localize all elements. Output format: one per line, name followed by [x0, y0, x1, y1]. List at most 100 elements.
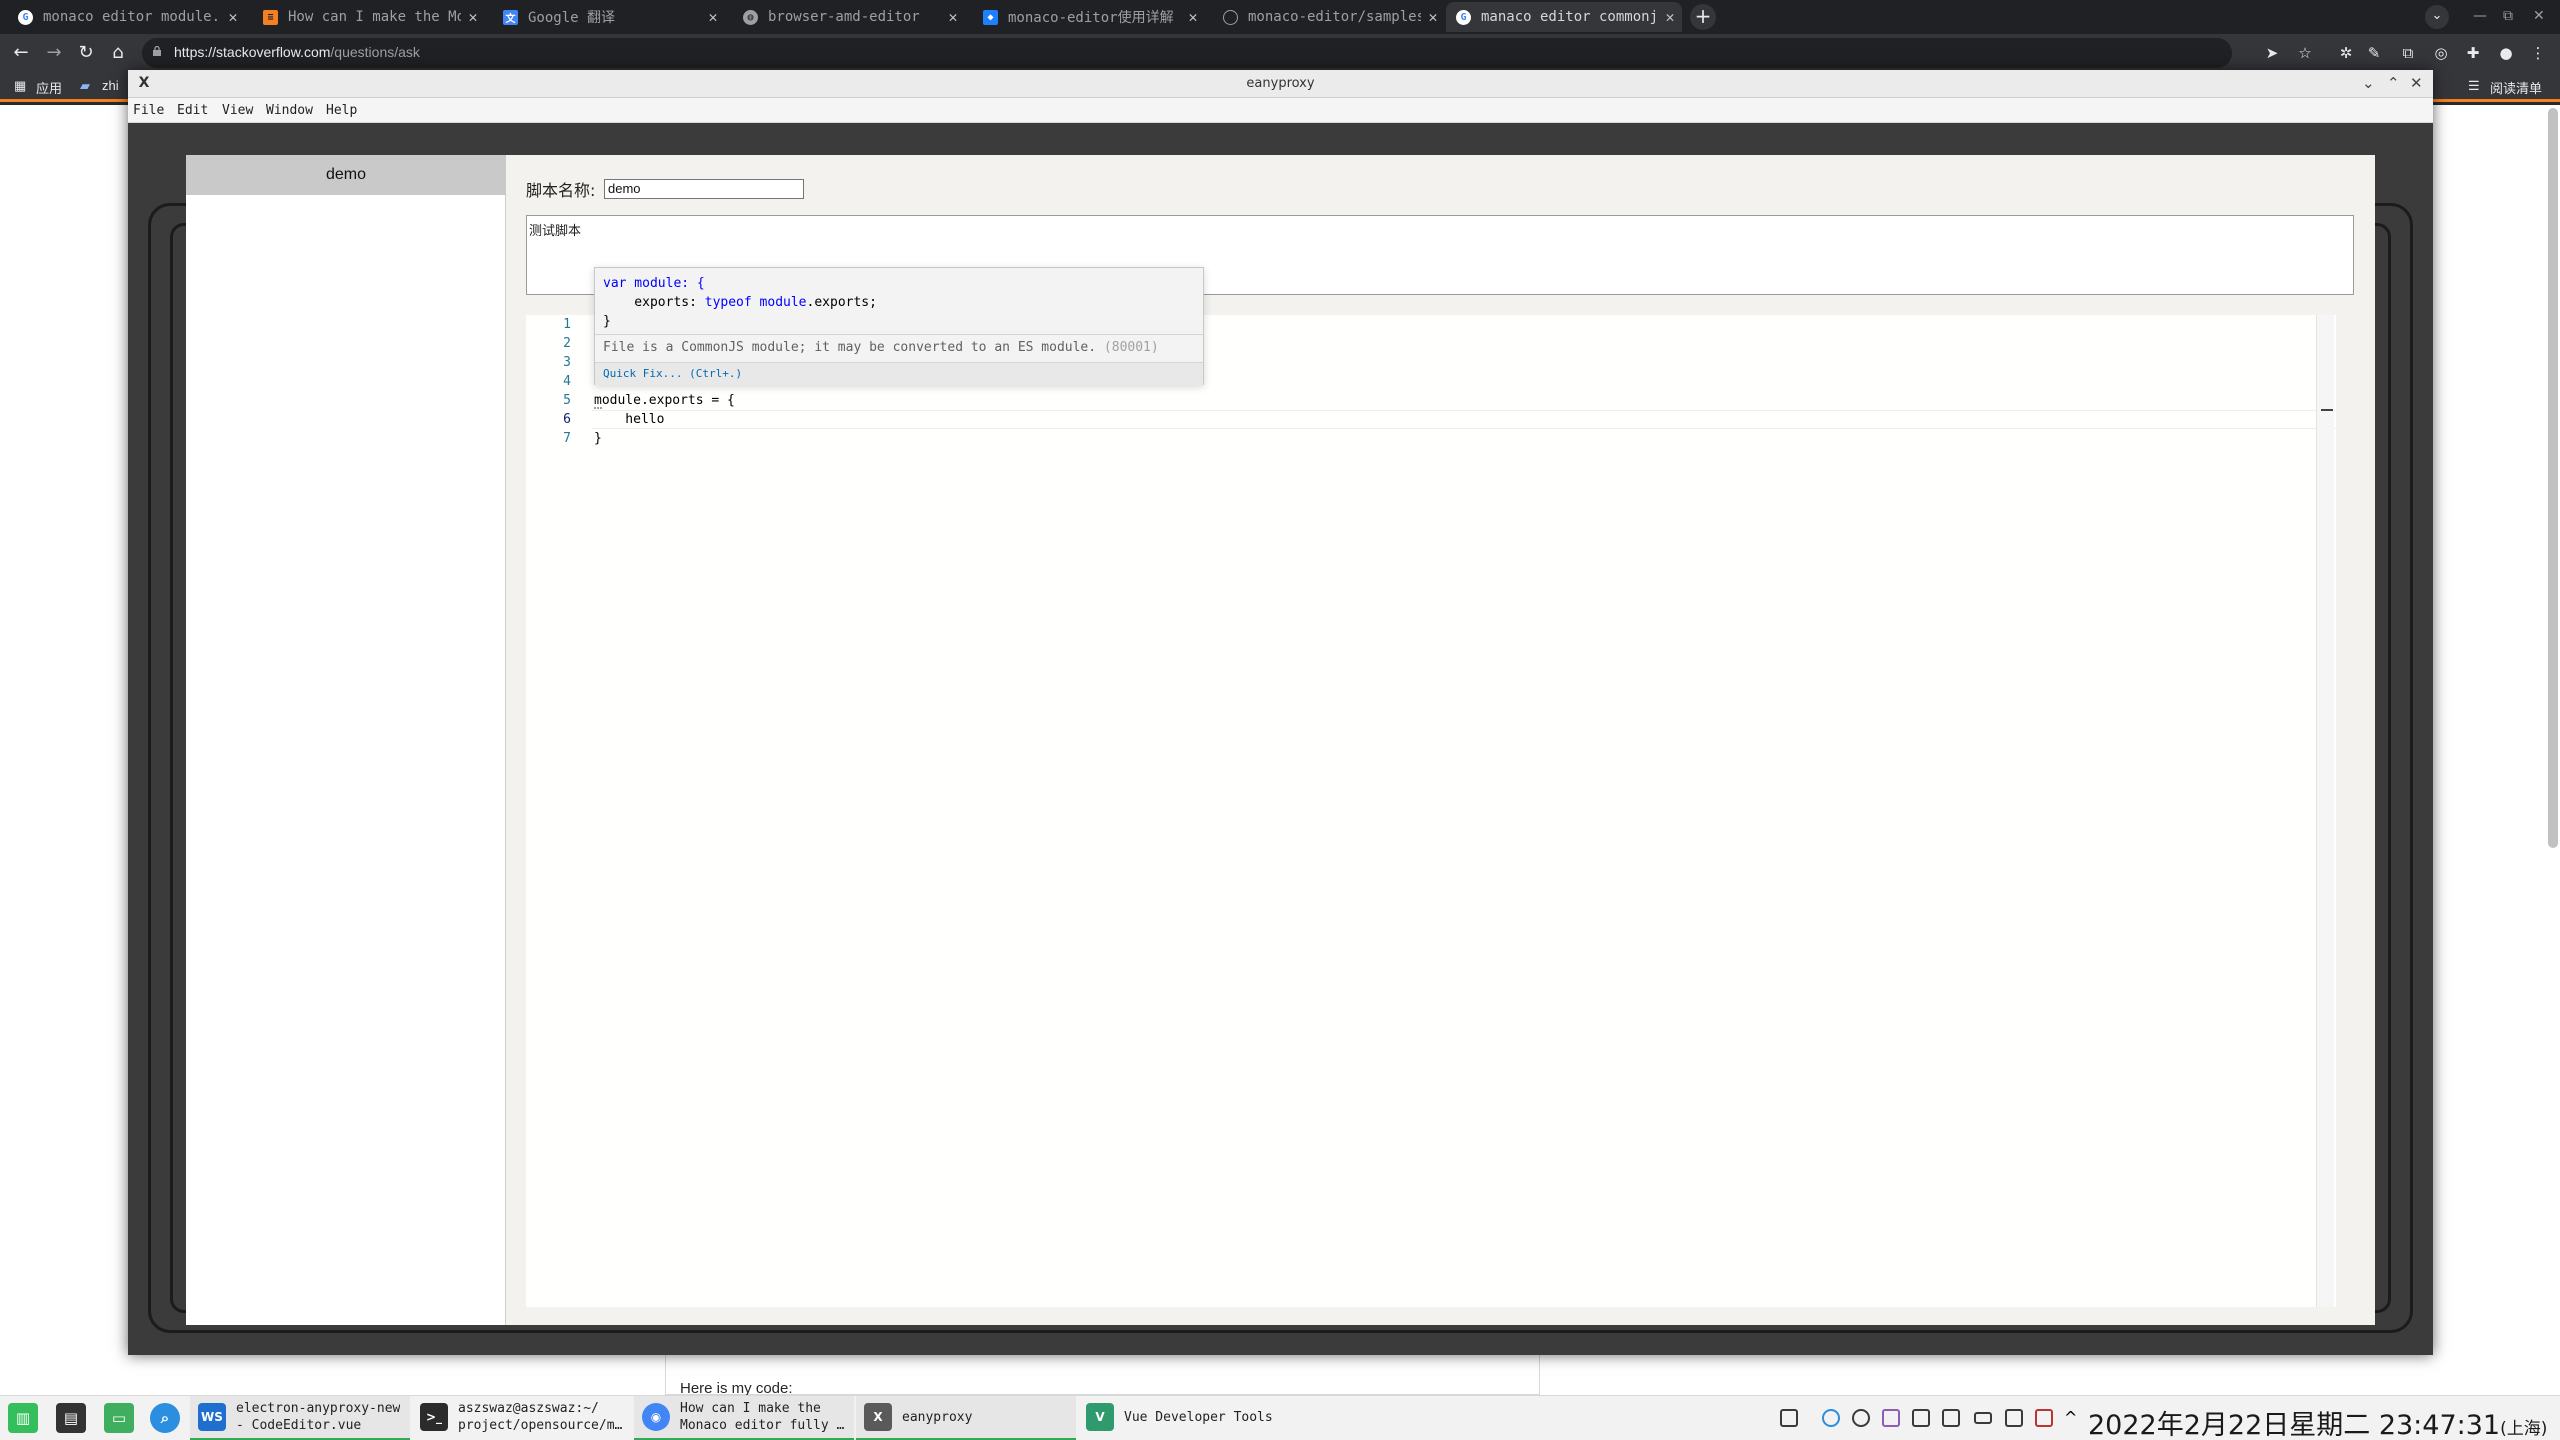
tab-title: monaco-editor使用详解	[1008, 10, 1174, 26]
task-label: How can I make the Monaco editor fully …	[680, 1401, 845, 1433]
file-manager-icon[interactable]: ▭	[104, 1403, 134, 1433]
chevron-down-icon[interactable]: ⌄	[2362, 74, 2375, 92]
chevron-up-icon[interactable]: ⌃	[2387, 74, 2400, 92]
extension-icon[interactable]: ✲	[2335, 42, 2357, 64]
script-name-input[interactable]: demo	[604, 179, 804, 199]
close-icon[interactable]: ✕	[1181, 8, 1205, 26]
hover-action-bar: Quick Fix... (Ctrl+.)	[595, 362, 1203, 385]
close-icon[interactable]: ✕	[941, 8, 965, 26]
task-item-webstorm[interactable]: WS electron-anyproxy-new - CodeEditor.vu…	[190, 1396, 410, 1440]
forward-icon[interactable]: →	[42, 41, 66, 65]
app-window-title: eanyproxy	[1246, 76, 1315, 91]
sidebar-item-demo[interactable]: demo	[186, 155, 506, 195]
quick-fix-link[interactable]: Quick Fix... (Ctrl+.)	[603, 367, 742, 380]
github-icon	[1223, 9, 1238, 25]
editor-scrollbar[interactable]	[2316, 315, 2334, 1307]
hover-code-signature: var module: { exports: typeof module.exp…	[603, 276, 877, 329]
line-number: 4	[563, 374, 571, 389]
terminal-icon: >_	[420, 1403, 448, 1431]
bookmark-star-icon[interactable]: ☆	[2294, 42, 2316, 64]
app-titlebar[interactable]: X eanyproxy ⌄ ⌃ ✕	[128, 70, 2433, 98]
browser-tab[interactable]: G monaco editor module. ✕	[8, 2, 245, 32]
bookmark-zhi[interactable]: zhi	[102, 78, 119, 93]
bookmark-apps[interactable]: 应用	[36, 78, 62, 97]
google-icon: G	[1456, 9, 1471, 25]
back-icon[interactable]: ←	[9, 41, 33, 65]
apps-grid-icon[interactable]: ▦	[14, 78, 26, 94]
code-editor[interactable]: 1 2 3 4 5 6 7 module.exports = { hello }	[526, 315, 2336, 1307]
chevron-up-icon[interactable]: ^	[2064, 1409, 2082, 1427]
folder-icon[interactable]: ▰	[80, 78, 90, 94]
tab-search-icon[interactable]: ⌄	[2425, 5, 2449, 29]
browser-tab[interactable]: ◆ monaco-editor使用详解 ✕	[973, 2, 1205, 32]
task-item-eanyproxy[interactable]: X eanyproxy	[856, 1396, 1076, 1440]
current-line-highlight	[592, 410, 2336, 429]
browser-tab-active[interactable]: G manaco editor commonj ✕	[1446, 2, 1682, 32]
send-icon[interactable]: ➤	[2261, 42, 2283, 64]
address-bar[interactable]: https://stackoverflow.com/questions/ask	[142, 38, 2232, 68]
close-icon[interactable]: ✕	[2410, 74, 2423, 92]
stackoverflow-icon: ≡	[263, 9, 278, 25]
reading-list-icon[interactable]: ☰	[2468, 78, 2480, 94]
tab-title: browser-amd-editor	[768, 9, 920, 25]
tab-title: monaco editor module.	[43, 9, 221, 25]
puzzle-icon[interactable]: ✚	[2462, 42, 2484, 64]
clipboard-icon[interactable]	[1942, 1409, 1960, 1427]
script-list-sidebar: demo	[186, 155, 506, 1325]
reload-icon[interactable]: ↻	[74, 41, 98, 65]
close-icon[interactable]: ✕	[221, 8, 245, 26]
code-line: hello	[594, 412, 665, 427]
menu-dots-icon[interactable]: ⋮	[2527, 42, 2549, 64]
workspace-switcher-icon[interactable]: ▤	[56, 1403, 86, 1433]
globe-icon: ◍	[743, 9, 758, 25]
task-item-terminal[interactable]: >_ aszswaz@aszswaz:~/ project/opensource…	[412, 1396, 632, 1440]
tray-app-icon[interactable]	[1912, 1409, 1930, 1427]
task-item-vue-devtools[interactable]: V Vue Developer Tools	[1078, 1396, 1298, 1440]
restore-icon[interactable]: ⧉	[2503, 8, 2513, 24]
google-icon: G	[18, 9, 33, 25]
manjaro-menu-icon[interactable]: ▥	[8, 1403, 38, 1433]
editor-hover-tooltip: var module: { exports: typeof module.exp…	[594, 267, 1204, 385]
browser-tab[interactable]: 文 Google 翻译 ✕	[493, 2, 725, 32]
menu-help[interactable]: Help	[326, 103, 357, 118]
page-scrollbar[interactable]	[2548, 108, 2558, 848]
tab-title: monaco-editor/samples	[1248, 9, 1421, 25]
browser-tab[interactable]: monaco-editor/samples ✕	[1213, 2, 1445, 32]
menu-file[interactable]: File	[133, 103, 164, 118]
menu-edit[interactable]: Edit	[177, 103, 208, 118]
tray-app-icon[interactable]	[1822, 1409, 1840, 1427]
extension-icon[interactable]: ◎	[2430, 42, 2452, 64]
menu-window[interactable]: Window	[266, 103, 313, 118]
search-icon[interactable]: ⌕	[150, 1403, 180, 1433]
keyboard-icon[interactable]	[1974, 1412, 1992, 1424]
tray-app-icon[interactable]	[1852, 1409, 1870, 1427]
bookmark-reading-list[interactable]: 阅读清单	[2490, 78, 2542, 97]
close-icon[interactable]: ✕	[461, 8, 485, 26]
show-desktop-icon[interactable]	[1780, 1409, 1798, 1427]
translate-icon[interactable]: ⧉	[2397, 42, 2419, 64]
new-tab-button[interactable]: +	[1690, 4, 1716, 30]
webstorm-icon: WS	[198, 1403, 226, 1431]
hover-divider	[595, 334, 1203, 335]
close-icon[interactable]: ✕	[1658, 8, 1682, 26]
tab-title: manaco editor commonj	[1481, 9, 1658, 25]
close-icon[interactable]: ✕	[1421, 8, 1445, 26]
minimize-icon[interactable]: —	[2473, 8, 2487, 24]
tray-app-icon[interactable]	[1882, 1409, 1900, 1427]
close-window-icon[interactable]: ✕	[2533, 8, 2545, 24]
browser-tab[interactable]: ≡ How can I make the Mo ✕	[253, 2, 485, 32]
diagnostic-hint-marker	[594, 406, 602, 409]
extension-icon[interactable]: ✎	[2363, 42, 2385, 64]
line-number: 1	[563, 317, 571, 332]
network-icon[interactable]	[2005, 1409, 2023, 1427]
menu-view[interactable]: View	[222, 103, 253, 118]
browser-tab-strip: G monaco editor module. ✕ ≡ How can I ma…	[0, 0, 2560, 34]
profile-avatar-icon[interactable]: ●	[2495, 42, 2517, 64]
close-icon[interactable]: ✕	[701, 8, 725, 26]
clock[interactable]: 2022年2月22日星期二 23:47:31(上海)	[2088, 1403, 2547, 1440]
home-icon[interactable]: ⌂	[106, 41, 130, 65]
volume-muted-icon[interactable]	[2035, 1409, 2053, 1427]
task-item-chrome[interactable]: ◉ How can I make the Monaco editor fully…	[634, 1396, 854, 1440]
browser-tab[interactable]: ◍ browser-amd-editor ✕	[733, 2, 965, 32]
app-window: X eanyproxy ⌄ ⌃ ✕ File Edit View Window …	[128, 70, 2433, 1355]
